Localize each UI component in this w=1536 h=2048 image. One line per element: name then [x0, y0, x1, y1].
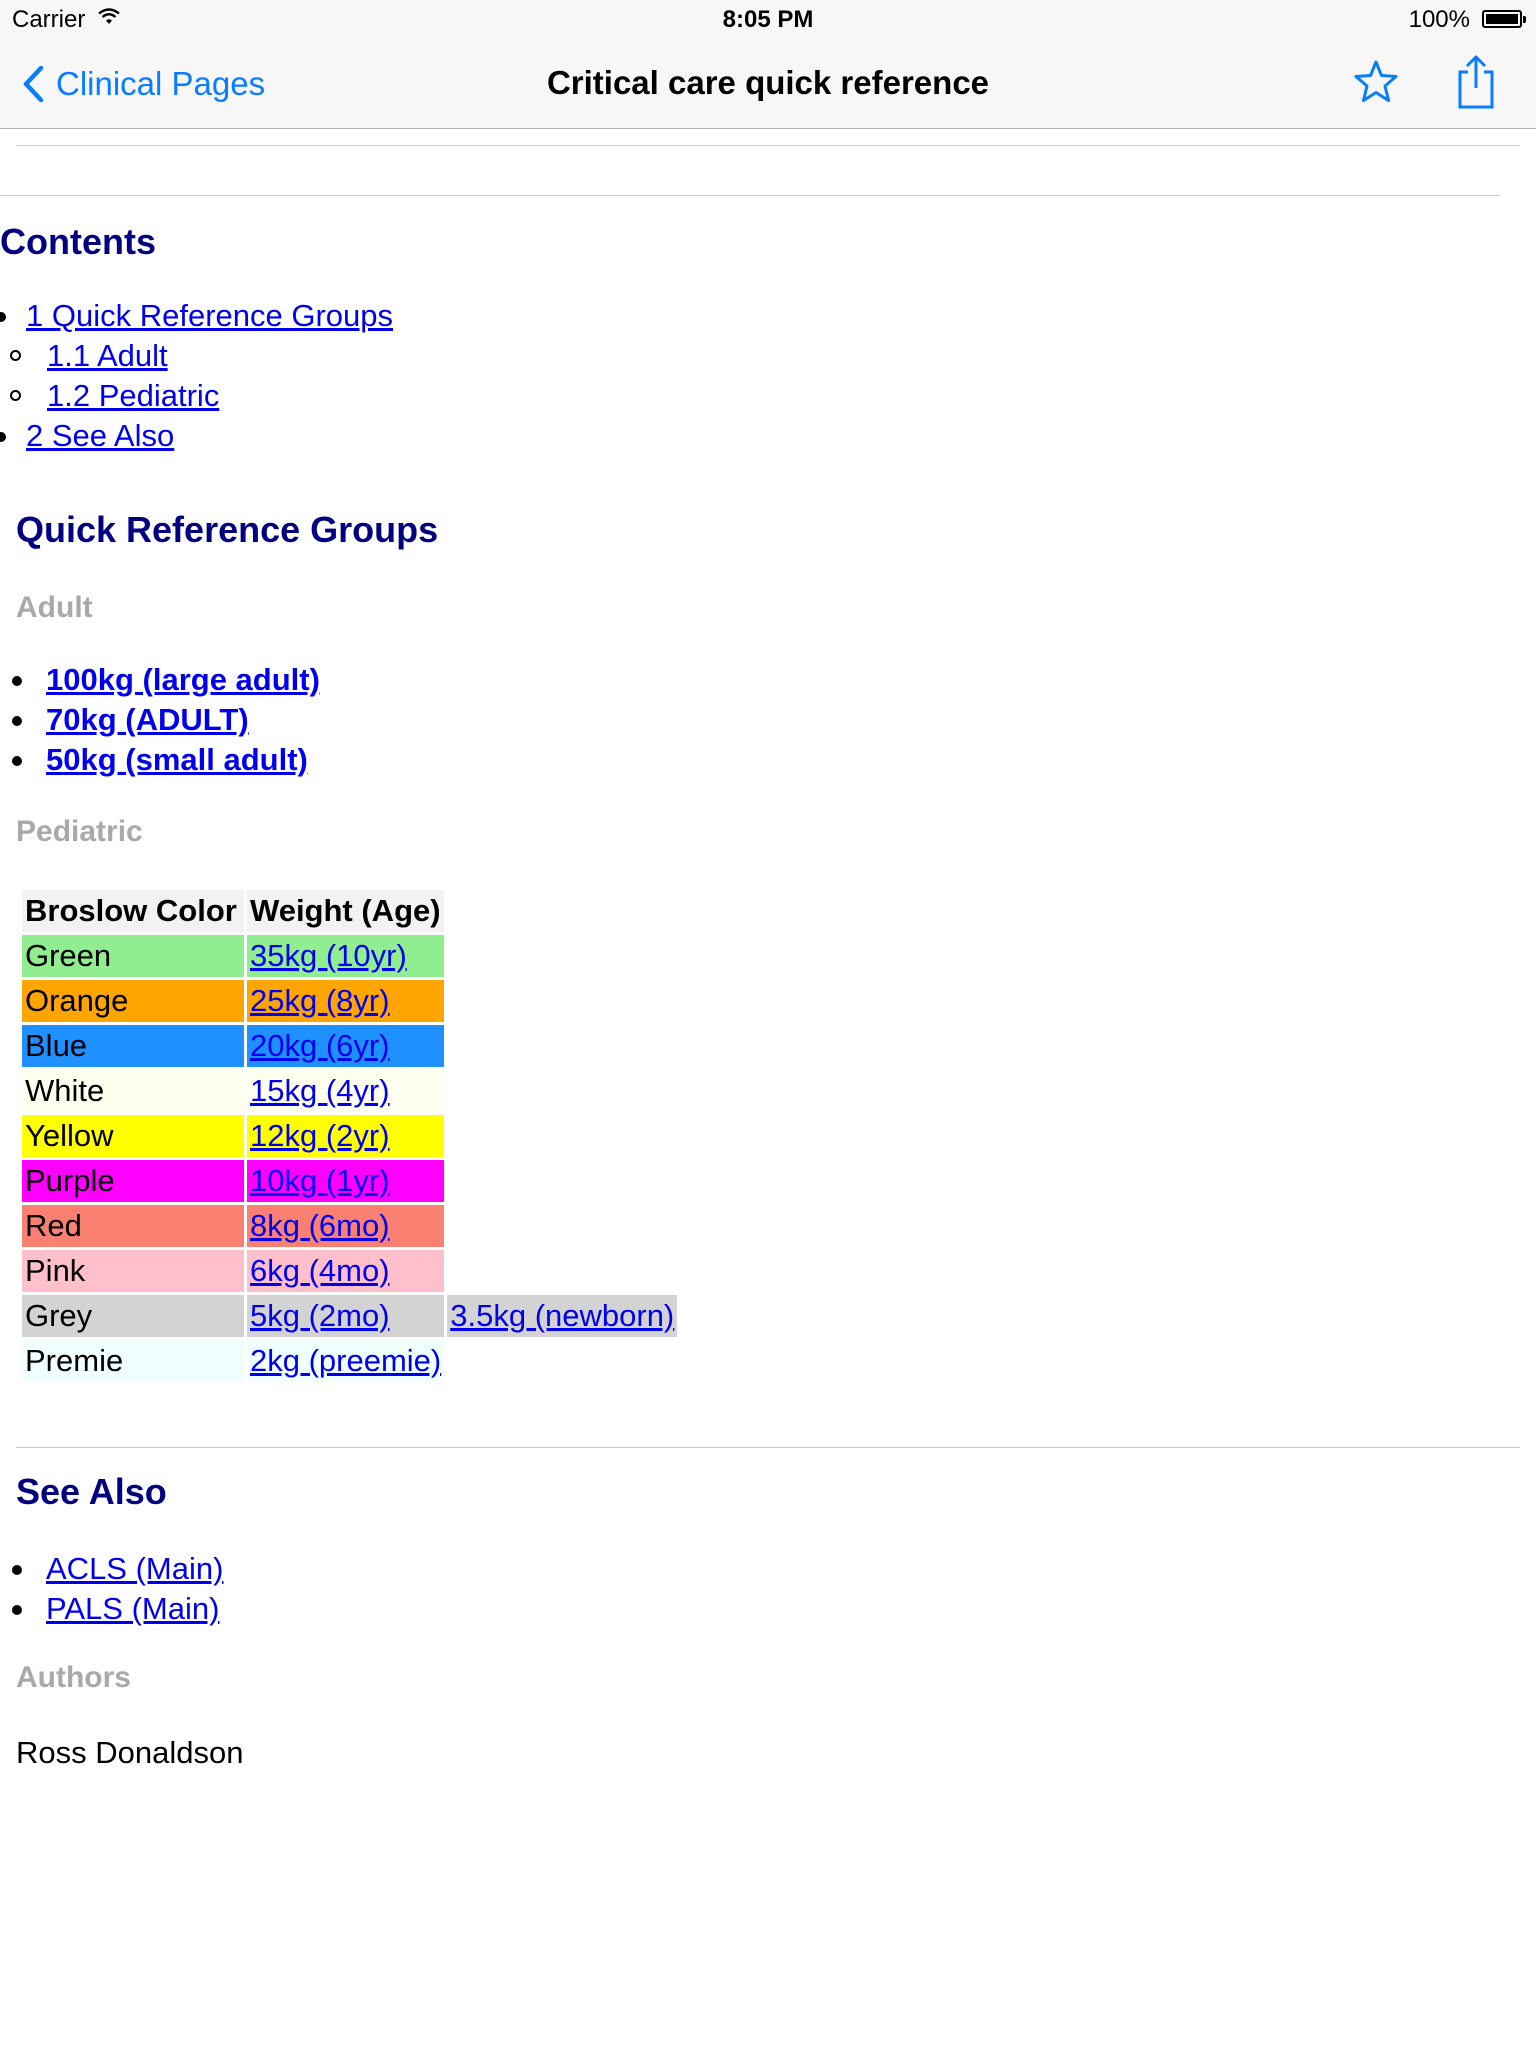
broslow-color-cell: Pink — [22, 1250, 244, 1292]
share-icon[interactable] — [1452, 54, 1500, 110]
navigation-bar: Clinical Pages Critical care quick refer… — [0, 40, 1536, 129]
table-row: Yellow 12kg (2yr) — [22, 1115, 677, 1157]
broslow-color-cell: Red — [22, 1205, 244, 1247]
table-row: Orange 25kg (8yr) — [22, 980, 677, 1022]
subheading-pediatric: Pediatric — [16, 815, 143, 848]
weight-link[interactable]: 35kg (10yr) — [250, 938, 407, 973]
toc-link-see-also[interactable]: 2 See Also — [26, 416, 174, 456]
broslow-color-cell: Orange — [22, 980, 244, 1022]
subheading-adult: Adult — [16, 591, 93, 624]
bullet — [10, 350, 21, 361]
weight-link[interactable]: 5kg (2mo) — [250, 1298, 390, 1333]
weight-cell: 8kg (6mo) — [247, 1205, 445, 1247]
author-name: Ross Donaldson — [16, 1735, 244, 1770]
table-row: Premie 2kg (preemie) — [22, 1340, 677, 1382]
broslow-color-cell: Blue — [22, 1025, 244, 1067]
bullet — [12, 1605, 22, 1615]
broslow-color-cell: Grey — [22, 1295, 244, 1337]
weight-link[interactable]: 3.5kg (newborn) — [450, 1298, 674, 1333]
weight-cell: 35kg (10yr) — [247, 935, 445, 977]
bullet — [12, 1565, 22, 1575]
see-also-link-pals[interactable]: PALS (Main) — [46, 1589, 219, 1629]
adult-link-100kg[interactable]: 100kg (large adult) — [46, 660, 320, 700]
weight-link[interactable]: 12kg (2yr) — [250, 1118, 390, 1153]
broslow-color-cell: Purple — [22, 1160, 244, 1202]
bullet — [10, 390, 21, 401]
weight-cell: 15kg (4yr) — [247, 1070, 445, 1112]
weight-link[interactable]: 8kg (6mo) — [250, 1208, 390, 1243]
toc-link-adult[interactable]: 1.1 Adult — [47, 336, 168, 376]
table-row: Red 8kg (6mo) — [22, 1205, 677, 1247]
battery-icon — [1482, 10, 1526, 28]
weight-link[interactable]: 6kg (4mo) — [250, 1253, 390, 1288]
battery-percent: 100% — [1408, 6, 1470, 33]
column-header-weight: Weight (Age) — [247, 890, 445, 932]
weight-cell: 12kg (2yr) — [247, 1115, 445, 1157]
clock: 8:05 PM — [722, 6, 814, 33]
table-row: White 15kg (4yr) — [22, 1070, 677, 1112]
weight-link[interactable]: 10kg (1yr) — [250, 1163, 390, 1198]
weight-cell: 10kg (1yr) — [247, 1160, 445, 1202]
weight-cell: 5kg (2mo) — [247, 1295, 445, 1337]
bullet — [12, 756, 22, 766]
broslow-table: Broslow Color Weight (Age) Green 35kg (10… — [19, 887, 680, 1385]
broslow-color-cell: Green — [22, 935, 244, 977]
toc-link-quick-reference-groups[interactable]: 1 Quick Reference Groups — [26, 296, 393, 336]
weight-cell: 25kg (8yr) — [247, 980, 445, 1022]
weight-cell: 2kg (preemie) — [247, 1340, 445, 1382]
column-header-color: Broslow Color — [22, 890, 244, 932]
table-header-row: Broslow Color Weight (Age) — [22, 890, 677, 932]
bullet — [12, 716, 22, 726]
subheading-authors: Authors — [16, 1661, 131, 1694]
bullet — [0, 312, 6, 322]
toc-title: Contents — [0, 221, 156, 262]
bullet — [12, 676, 22, 686]
weight-link[interactable]: 20kg (6yr) — [250, 1028, 390, 1063]
table-row: Pink 6kg (4mo) — [22, 1250, 677, 1292]
weight-link[interactable]: 2kg (preemie) — [250, 1343, 441, 1378]
toc-link-pediatric[interactable]: 1.2 Pediatric — [47, 376, 219, 416]
table-row: Blue 20kg (6yr) — [22, 1025, 677, 1067]
table-row: Purple 10kg (1yr) — [22, 1160, 677, 1202]
broslow-color-cell: White — [22, 1070, 244, 1112]
divider — [0, 195, 1500, 196]
weight-cell: 6kg (4mo) — [247, 1250, 445, 1292]
weight-cell: 20kg (6yr) — [247, 1025, 445, 1067]
back-button[interactable]: Clinical Pages — [22, 62, 265, 106]
back-button-label: Clinical Pages — [56, 65, 266, 102]
table-row: Green 35kg (10yr) — [22, 935, 677, 977]
weight-link[interactable]: 15kg (4yr) — [250, 1073, 390, 1108]
adult-link-70kg[interactable]: 70kg (ADULT) — [46, 700, 249, 740]
section-heading-see-also: See Also — [16, 1471, 167, 1512]
weight-cell: 3.5kg (newborn) — [447, 1295, 678, 1337]
section-heading-quick-reference: Quick Reference Groups — [16, 509, 439, 550]
divider — [16, 145, 1520, 146]
bullet — [0, 432, 6, 442]
status-bar: Carrier 8:05 PM 100% — [0, 0, 1536, 40]
weight-link[interactable]: 25kg (8yr) — [250, 983, 390, 1018]
see-also-link-acls[interactable]: ACLS (Main) — [46, 1549, 223, 1589]
table-row: Grey 5kg (2mo) 3.5kg (newborn) — [22, 1295, 678, 1337]
divider — [16, 1447, 1520, 1448]
broslow-color-cell: Yellow — [22, 1115, 244, 1157]
broslow-color-cell: Premie — [22, 1340, 244, 1382]
adult-link-50kg[interactable]: 50kg (small adult) — [46, 740, 308, 780]
chevron-left-icon — [23, 65, 44, 103]
star-outline-icon[interactable] — [1352, 58, 1400, 106]
